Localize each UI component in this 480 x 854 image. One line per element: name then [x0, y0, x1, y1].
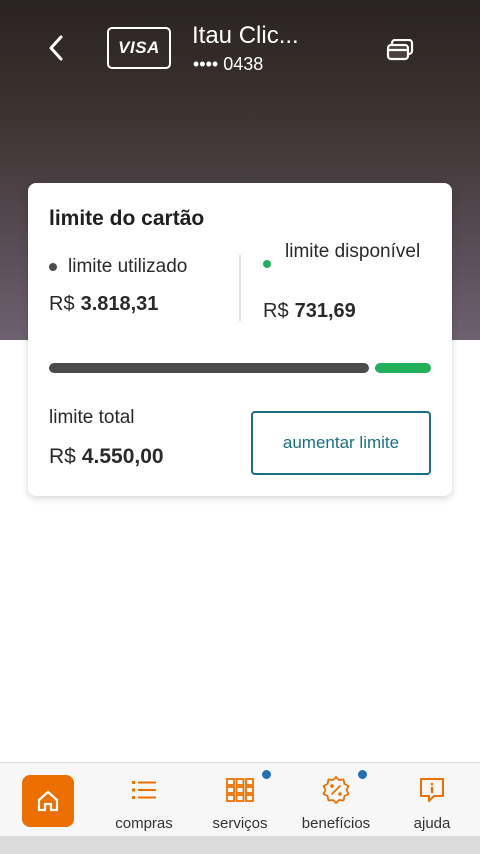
limit-usage-bar [49, 363, 431, 373]
available-amount: 731,69 [294, 300, 356, 322]
app-header: VISA Itau Clic... •••• 0438 [0, 0, 480, 100]
available-limit-value: R$ 731,69 [263, 300, 356, 323]
system-navigation-bar [0, 836, 480, 854]
card-number: •••• 0438 [193, 54, 264, 74]
used-bar-segment [49, 363, 369, 373]
used-limit-value: R$ 3.818,31 [49, 293, 158, 316]
nav-label-beneficios: benefícios [301, 815, 371, 832]
total-currency: R$ [49, 445, 76, 468]
used-limit-label-row: limite utilizado [49, 256, 187, 278]
servicos-badge [262, 770, 271, 779]
used-currency: R$ [49, 293, 75, 315]
available-bar-segment [375, 363, 431, 373]
beneficios-badge [358, 770, 367, 779]
home-icon [37, 790, 59, 812]
total-limit-value: R$ 4.550,00 [49, 445, 164, 469]
available-currency: R$ [263, 300, 289, 322]
divider [239, 255, 241, 321]
nav-label-compras: compras [115, 815, 173, 832]
card-name: Itau Clic... [192, 22, 299, 49]
percent-badge-icon [322, 776, 350, 804]
nav-item-compras[interactable]: compras [104, 763, 184, 837]
total-amount: 4.550,00 [81, 445, 164, 468]
nav-label-ajuda: ajuda [413, 815, 451, 832]
increase-limit-button[interactable]: aumentar limite [251, 411, 431, 475]
help-icon [420, 778, 444, 802]
cards-icon [386, 39, 414, 61]
limit-card-title: limite do cartão [49, 207, 205, 230]
nav-item-home[interactable] [22, 775, 74, 827]
nav-label-servicos: serviços [212, 815, 268, 832]
available-dot-icon [263, 260, 271, 268]
total-limit-label: limite total [49, 407, 135, 428]
chevron-left-icon [49, 35, 63, 61]
nav-item-ajuda[interactable]: ajuda [400, 763, 464, 837]
back-button[interactable] [38, 28, 74, 68]
card-brand-logo: VISA [107, 27, 171, 69]
available-limit-label: limite disponível [285, 241, 421, 262]
list-icon [132, 781, 156, 799]
bottom-navigation: compras serviços benefícios ajuda [0, 762, 480, 836]
used-amount: 3.818,31 [80, 293, 159, 315]
switch-card-button[interactable] [380, 32, 420, 68]
used-limit-label: limite utilizado [68, 256, 188, 277]
used-dot-icon [49, 263, 57, 271]
grid-icon [226, 778, 254, 802]
limit-card: limite do cartão limite utilizado R$ 3.81… [28, 183, 452, 496]
